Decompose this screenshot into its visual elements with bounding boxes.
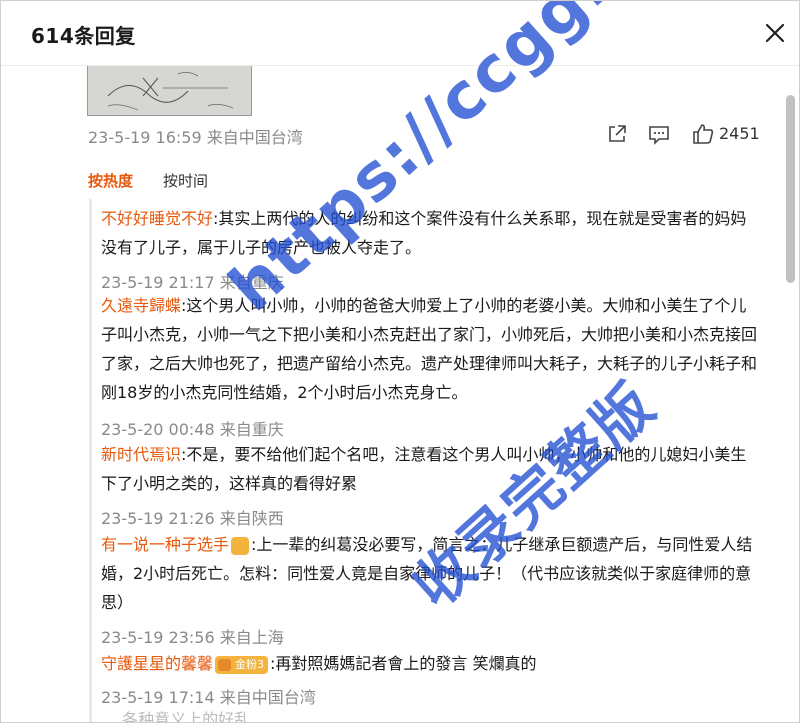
reply-text: :不是，要不给他们起个名吧，注意看这个男人叫小帅，小帅和他的儿媳妇小美生下了小明… bbox=[101, 445, 747, 493]
comment-meta: 23-5-19 16:59 来自中国台湾 bbox=[88, 128, 303, 147]
reply-meta: 23-5-19 21:26 来自陕西 bbox=[101, 509, 284, 528]
reply-item: 久遠寺歸蝶:这个男人叫小帅，小帅的爸爸大帅爱上了小帅的老婆小美。大帅和小美生了个… bbox=[101, 291, 761, 407]
reply-list-scroll[interactable]: 23-5-19 16:59 来自中国台湾 2451 按热度 按时间 不好好睡觉不… bbox=[1, 66, 783, 722]
reply-item: 守護星星的馨馨 金粉3:再對照媽媽記者會上的發言 笑爛真的 bbox=[101, 649, 761, 678]
reply-item: 有一说一种子选手:上一辈的纠葛没必要写，简言之：儿子继承巨额遗产后，与同性爱人结… bbox=[101, 530, 761, 617]
like-count: 2451 bbox=[719, 124, 760, 143]
reply-username[interactable]: 守護星星的馨馨 bbox=[101, 654, 213, 673]
reply-meta: 23-5-20 00:48 来自重庆 bbox=[101, 420, 284, 439]
like-icon[interactable] bbox=[691, 122, 715, 146]
reply-username[interactable]: 新时代焉识 bbox=[101, 445, 181, 464]
reply-meta: 23-5-19 21:17 来自重庆 bbox=[101, 273, 284, 292]
reply-username[interactable]: 有一说一种子选手 bbox=[101, 535, 229, 554]
crown-badge-icon bbox=[231, 536, 250, 555]
reply-username[interactable]: 久遠寺歸蝶 bbox=[101, 296, 181, 315]
dialog-header: 614条回复 bbox=[1, 1, 799, 66]
reply-thread-line bbox=[89, 199, 92, 722]
reply-dialog: 614条回复 23-5-19 16:59 来自中国台湾 2451 按热度 按时间… bbox=[0, 0, 800, 723]
share-icon[interactable] bbox=[605, 122, 629, 146]
dialog-title: 614条回复 bbox=[31, 24, 136, 48]
close-icon[interactable] bbox=[763, 21, 787, 45]
reply-item: 新时代焉识:不是，要不给他们起个名吧，注意看这个男人叫小帅，小帅和他的儿媳妇小美… bbox=[101, 440, 761, 498]
reply-username[interactable]: 不好好睡觉不好 bbox=[101, 209, 213, 228]
comment-icon[interactable] bbox=[647, 122, 671, 146]
reply-text: :这个男人叫小帅，小帅的爸爸大帅爱上了小帅的老婆小美。大帅和小美生了个儿子叫小杰… bbox=[101, 296, 758, 402]
comment-image[interactable] bbox=[87, 66, 252, 116]
sort-by-hot[interactable]: 按热度 bbox=[88, 170, 133, 191]
reply-item: 不好好睡觉不好:其实上两代的人的纠纷和这个案件没有什么关系耶，现在就是受害者的妈… bbox=[101, 204, 761, 262]
reply-meta: 23-5-19 23:56 来自上海 bbox=[101, 628, 284, 647]
reply-text: :再對照媽媽記者會上的發言 笑爛真的 bbox=[270, 654, 537, 673]
reply-meta: 23-5-19 17:14 来自中国台湾 bbox=[101, 688, 316, 707]
scrollbar-thumb[interactable] bbox=[786, 95, 795, 283]
cut-off-reply: … 各种意义上的好乱 bbox=[101, 710, 251, 722]
gold-fan-badge: 金粉3 bbox=[215, 655, 269, 674]
sort-by-time[interactable]: 按时间 bbox=[163, 170, 208, 191]
